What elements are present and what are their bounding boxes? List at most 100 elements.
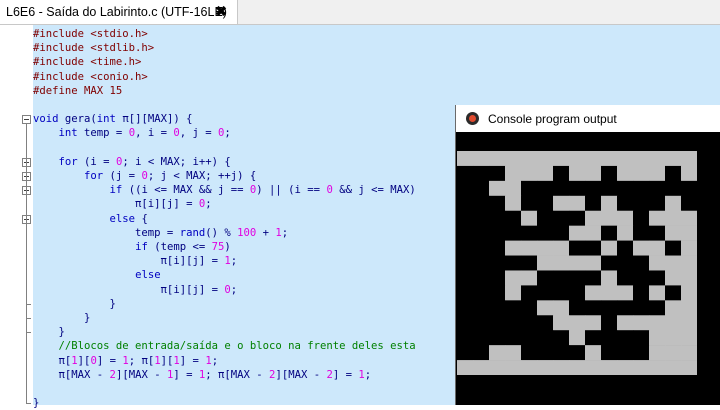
maze-wall-cell: [601, 360, 618, 375]
code-token: && j <= MAX): [332, 184, 416, 197]
maze-path-cell: [601, 330, 618, 346]
code-token: ][MAX -: [275, 368, 327, 381]
maze-path-cell: [569, 345, 586, 361]
maze-wall-cell: [633, 151, 650, 167]
code-token: #include <stdlib.h>: [33, 42, 155, 55]
fold-end-marker: [26, 303, 31, 305]
code-token: ;: [211, 354, 219, 367]
fold-toggle-icon[interactable]: [22, 115, 31, 125]
code-token: ] =: [332, 368, 359, 381]
maze-path-cell: [617, 180, 634, 197]
maze-wall-cell: [665, 225, 682, 241]
code-line: for (j = 0; j < MAX; ++j) {: [33, 169, 256, 183]
code-token: else: [109, 212, 136, 225]
code-token: ; j < MAX; ++j) {: [147, 170, 257, 182]
code-line: #define MAX 15: [33, 84, 122, 98]
code-token: ;: [224, 127, 231, 140]
maze-wall-cell: [665, 315, 682, 331]
maze-path-cell: [521, 300, 538, 316]
close-icon[interactable]: ✖: [215, 3, 227, 20]
code-token: int: [58, 127, 78, 140]
maze-wall-cell: [617, 285, 634, 301]
maze-path-cell: [537, 225, 554, 241]
maze-wall-cell: [537, 360, 554, 375]
code-line: //Blocos de entrada/saída e o bloco na f…: [33, 339, 416, 353]
code-token: () %: [205, 226, 238, 239]
code-token: (i =: [77, 155, 116, 168]
code-token: #include <conio.h>: [33, 70, 148, 83]
fold-end-marker: [26, 318, 31, 319]
code-token: ) || (i ==: [256, 184, 327, 197]
code-line: }: [33, 311, 90, 325]
maze-wall-cell: [505, 195, 522, 212]
maze-wall-cell: [601, 270, 618, 286]
tab-file[interactable]: L6E6 - Saída do Labirinto.c (UTF-16LE) ✖: [0, 0, 238, 24]
console-title: Console program output: [488, 111, 617, 126]
maze-wall-cell: [649, 285, 666, 301]
maze-path-cell: [665, 165, 682, 182]
maze-path-cell: [505, 225, 522, 241]
console-app-icon: [466, 112, 479, 125]
maze-wall-cell: [521, 270, 538, 286]
code-token: //Blocos de entrada/saída e o bloco na f…: [33, 340, 416, 353]
maze-path-cell: [569, 180, 586, 197]
code-token: void: [33, 113, 59, 126]
maze-path-cell: [633, 225, 650, 241]
maze-path-cell: [473, 180, 490, 197]
code-token: , j =: [179, 127, 219, 140]
code-token: 100: [237, 226, 257, 239]
maze-path-cell: [537, 180, 554, 197]
maze-path-cell: [649, 225, 666, 241]
maze-path-cell: [457, 240, 474, 256]
code-token: temp =: [77, 127, 129, 140]
maze-wall-cell: [553, 240, 570, 256]
maze-wall-cell: [505, 240, 522, 256]
maze-path-cell: [457, 315, 474, 331]
maze-path-cell: [569, 270, 586, 286]
maze-path-cell: [489, 240, 506, 256]
maze-path-cell: [473, 255, 490, 271]
maze-wall-cell: [681, 285, 697, 301]
maze-path-cell: [553, 330, 570, 346]
maze-wall-cell: [681, 151, 697, 167]
console-title-bar[interactable]: Console program output: [456, 105, 720, 132]
maze-wall-cell: [537, 300, 554, 316]
maze-wall-cell: [617, 225, 634, 241]
code-line: }: [33, 325, 65, 339]
maze-wall-cell: [569, 195, 586, 212]
maze-wall-cell: [521, 165, 538, 182]
code-token: }: [33, 312, 91, 324]
maze-wall-cell: [537, 240, 554, 256]
code-token: (j =: [103, 170, 142, 182]
code-token: ;: [364, 368, 372, 381]
maze-wall-cell: [569, 225, 586, 241]
maze-path-cell: [537, 210, 554, 226]
maze-wall-cell: [681, 255, 697, 271]
maze-path-cell: [633, 285, 650, 301]
maze-path-cell: [649, 270, 666, 286]
maze-path-cell: [521, 180, 538, 197]
maze-wall-cell: [585, 315, 602, 331]
maze-path-cell: [585, 330, 602, 346]
fold-gutter: [0, 25, 33, 405]
maze-wall-cell: [505, 270, 522, 286]
maze-path-cell: [489, 210, 506, 226]
maze-path-cell: [633, 330, 650, 346]
maze-wall-cell: [649, 315, 666, 331]
maze-path-cell: [457, 300, 474, 316]
maze-path-cell: [665, 285, 682, 301]
code-token: }: [33, 397, 40, 410]
code-token: π[i][j] =: [33, 198, 199, 211]
code-token: int: [96, 113, 116, 126]
code-line: #include <conio.h>: [33, 70, 148, 84]
maze-path-cell: [633, 210, 650, 226]
maze-wall-cell: [457, 151, 474, 167]
maze-path-cell: [489, 270, 506, 286]
code-token: ): [224, 241, 231, 253]
code-token: (temp <=: [147, 241, 212, 253]
code-token: π[][MAX]) {: [115, 113, 193, 126]
console-window[interactable]: Console program output: [455, 105, 720, 405]
